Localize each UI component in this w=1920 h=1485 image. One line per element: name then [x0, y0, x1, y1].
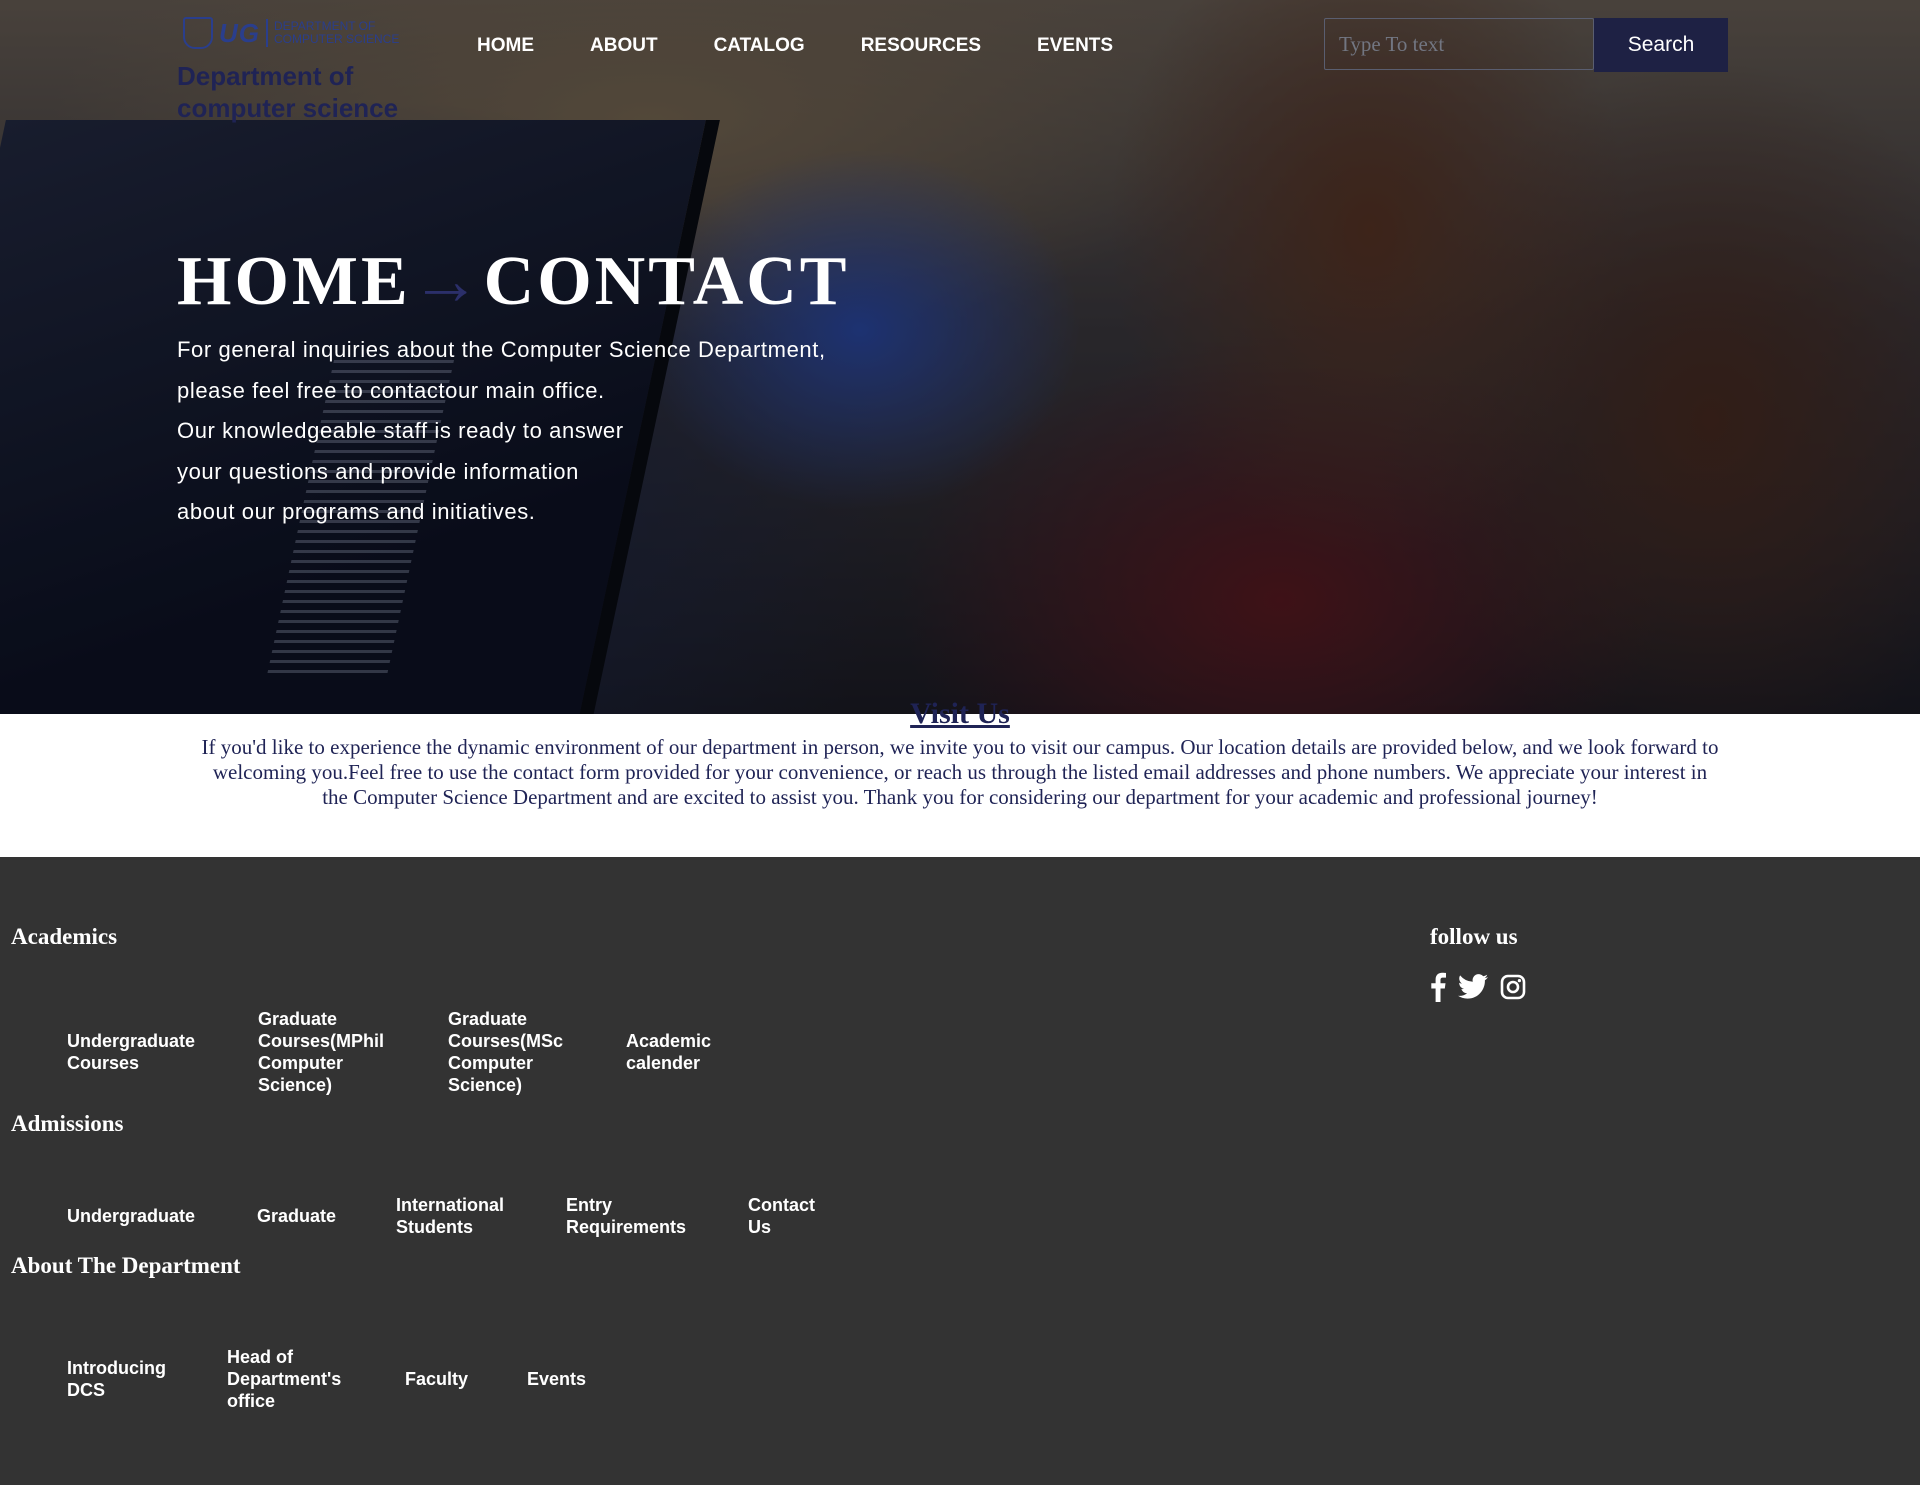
follow-us-heading: follow us — [1430, 924, 1518, 949]
hero-section: UG DEPARTMENT OF COMPUTER SCIENCE Depart… — [0, 0, 1920, 714]
top-nav: HOME ABOUT CATALOG RESOURCES EVENTS — [477, 34, 1169, 58]
arrow-right-icon: → — [410, 243, 484, 320]
footer-link-international-students[interactable]: International Students — [396, 1194, 510, 1238]
footer-heading-admissions: Admissions — [11, 1111, 124, 1136]
social-links — [1430, 972, 1526, 1007]
footer-about-links: Introducing DCS Head of Department's off… — [67, 1346, 653, 1412]
hero-line: about our programs and initiatives. — [177, 499, 536, 524]
hero-line: Our knowledgeable staff is ready to answ… — [177, 418, 624, 443]
hero-line: your questions and provide information — [177, 458, 579, 484]
logo-subtitle-line2: COMPUTER SCIENCE — [274, 32, 400, 46]
footer-link-undergraduate[interactable]: Undergraduate — [67, 1205, 201, 1227]
logo[interactable]: UG DEPARTMENT OF COMPUTER SCIENCE — [183, 16, 403, 50]
footer-link-undergraduate-courses[interactable]: Undergraduate Courses — [67, 1030, 202, 1074]
visit-us-heading: Visit Us — [910, 697, 1010, 730]
logo-subtitle: DEPARTMENT OF COMPUTER SCIENCE — [274, 20, 399, 46]
footer-link-introducing-dcs[interactable]: Introducing DCS — [67, 1357, 171, 1401]
footer-link-academic-calender[interactable]: Academic calender — [626, 1030, 721, 1074]
footer-heading-about: About The Department — [11, 1253, 241, 1278]
footer-link-graduate-msc[interactable]: Graduate Courses(MSc Computer Science) — [448, 1008, 570, 1096]
hero-description: For general inquiries about the Computer… — [177, 330, 897, 533]
twitter-icon[interactable] — [1458, 974, 1488, 1005]
search-button[interactable]: Search — [1594, 18, 1728, 72]
instagram-icon[interactable] — [1500, 974, 1526, 1005]
crest-icon — [183, 17, 213, 49]
search-input[interactable] — [1324, 18, 1594, 70]
footer-link-faculty[interactable]: Faculty — [405, 1368, 471, 1390]
footer-link-contact-us[interactable]: Contact Us — [748, 1194, 823, 1238]
logo-subtitle-line1: DEPARTMENT OF — [274, 19, 376, 33]
department-name: Department of computer science — [177, 61, 399, 123]
footer-link-graduate-mphil[interactable]: Graduate Courses(MPhil Computer Science) — [258, 1008, 392, 1096]
facebook-icon[interactable] — [1430, 972, 1446, 1007]
nav-events[interactable]: EVENTS — [1037, 34, 1113, 58]
page-title: HOME→CONTACT — [177, 242, 850, 322]
footer-heading-academics: Academics — [11, 924, 118, 949]
nav-resources[interactable]: RESOURCES — [861, 34, 981, 58]
footer-link-events[interactable]: Events — [527, 1368, 597, 1390]
footer-link-entry-requirements[interactable]: Entry Requirements — [566, 1194, 692, 1238]
logo-text: UG — [219, 17, 260, 48]
nav-home[interactable]: HOME — [477, 34, 534, 58]
nav-catalog[interactable]: CATALOG — [714, 34, 805, 58]
hero-line: For general inquiries about the Computer… — [177, 337, 826, 362]
footer-link-head-of-department[interactable]: Head of Department's office — [227, 1346, 349, 1412]
visit-us-text: If you'd like to experience the dynamic … — [201, 735, 1719, 809]
title-home: HOME — [177, 243, 411, 320]
footer-admissions-links: Undergraduate Graduate International Stu… — [67, 1194, 879, 1238]
footer-academics-links: Undergraduate Courses Graduate Courses(M… — [67, 1008, 777, 1096]
nav-about[interactable]: ABOUT — [590, 34, 658, 58]
hero-line: please feel free to contactour main offi… — [177, 377, 605, 403]
footer-link-graduate[interactable]: Graduate — [257, 1205, 340, 1227]
title-contact: CONTACT — [483, 243, 850, 320]
logo-divider — [266, 19, 268, 47]
